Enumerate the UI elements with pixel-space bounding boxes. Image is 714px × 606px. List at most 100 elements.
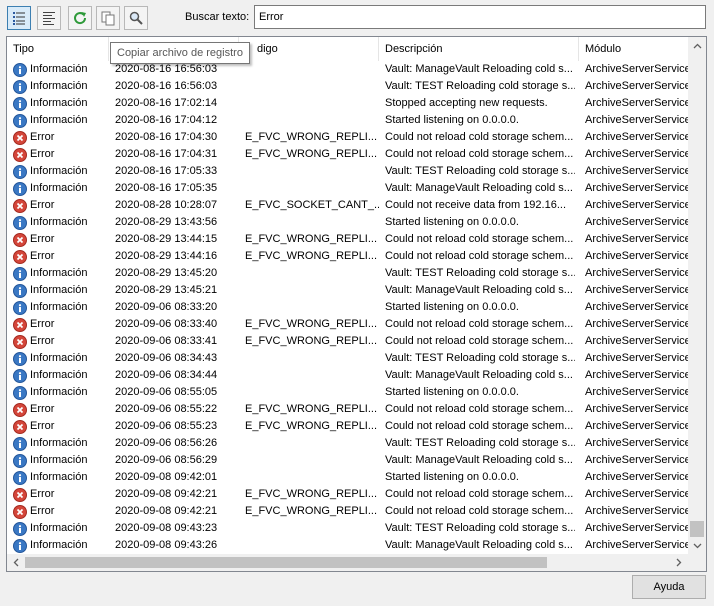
table-row[interactable]: Error 2020-08-29 13:44:15 E_FVC_WRONG_REPL…	[7, 231, 688, 248]
table-row[interactable]: Información 2020-09-06 08:34:43 Vault: TES…	[7, 350, 688, 367]
vertical-scrollbar[interactable]	[688, 37, 706, 554]
cell-descripcion: Started listening on 0.0.0.0.	[385, 216, 519, 228]
table-row[interactable]: Error 2020-09-06 08:33:41 E_FVC_WRONG_REPL…	[7, 333, 688, 350]
table-row[interactable]: Error 2020-08-29 13:44:16 E_FVC_WRONG_REPL…	[7, 248, 688, 265]
details-view-button[interactable]	[37, 6, 61, 30]
table-row[interactable]: Información 2020-09-06 08:56:29 Vault: Man…	[7, 452, 688, 469]
table-row[interactable]: Información 2020-08-29 13:45:20 Vault: TES…	[7, 265, 688, 282]
table-row[interactable]: Error 2020-09-08 09:42:21 E_FVC_WRONG_REPL…	[7, 503, 688, 520]
cell-codigo	[245, 537, 379, 554]
table-row[interactable]: Información 2020-09-08 09:43:26 Vault: Man…	[7, 537, 688, 554]
table-row[interactable]: Error 2020-08-16 17:04:30 E_FVC_WRONG_REPL…	[7, 129, 688, 146]
info-icon	[13, 79, 27, 94]
cell-descripcion: Vault: ManageVault Reloading cold s...	[385, 369, 573, 381]
error-icon	[13, 419, 27, 434]
scroll-up-arrow-icon[interactable]	[688, 37, 706, 54]
table-row[interactable]: Información 2020-09-06 08:55:05 Started li…	[7, 384, 688, 401]
cell-codigo: E_FVC_WRONG_REPLI...	[245, 488, 378, 500]
table-row[interactable]: Información 2020-09-06 08:33:20 Started li…	[7, 299, 688, 316]
list-view-icon	[13, 12, 25, 25]
table-row[interactable]: Error 2020-09-06 08:55:22 E_FVC_WRONG_REPL…	[7, 401, 688, 418]
search-icon	[129, 11, 143, 25]
cell-modulo: ArchiveServerService	[585, 522, 688, 534]
table-row[interactable]: Información 2020-09-08 09:43:23 Vault: TES…	[7, 520, 688, 537]
cell-modulo: ArchiveServerService	[585, 369, 688, 381]
error-icon	[13, 147, 27, 162]
cell-modulo: ArchiveServerService	[585, 437, 688, 449]
tipo-label: Error	[30, 148, 55, 160]
cell-modulo: ArchiveServerService	[585, 80, 688, 92]
cell-codigo: E_FVC_WRONG_REPLI...	[245, 233, 378, 245]
table-row[interactable]: Error 2020-08-16 17:04:31 E_FVC_WRONG_REPL…	[7, 146, 688, 163]
cell-descripcion: Could not reload cold storage schem...	[385, 148, 574, 160]
help-button[interactable]: Ayuda	[632, 575, 706, 599]
search-input[interactable]	[254, 5, 706, 29]
cell-codigo: E_FVC_WRONG_REPLI...	[245, 403, 378, 415]
table-row[interactable]: Error 2020-09-08 09:42:21 E_FVC_WRONG_REPL…	[7, 486, 688, 503]
cell-codigo: E_FVC_WRONG_REPLI...	[245, 131, 378, 143]
info-icon	[13, 96, 27, 111]
cell-fecha: 2020-09-06 08:55:22	[115, 403, 218, 415]
info-icon	[13, 521, 27, 536]
tipo-label: Información	[30, 539, 88, 551]
search-button[interactable]	[124, 6, 148, 30]
scroll-left-arrow-icon[interactable]	[7, 554, 25, 571]
copy-log-button[interactable]	[96, 6, 120, 30]
scroll-down-arrow-icon[interactable]	[688, 537, 706, 554]
column-header-modulo[interactable]: Módulo	[579, 37, 688, 61]
cell-fecha: 2020-09-08 09:42:01	[115, 471, 218, 483]
tipo-label: Error	[30, 233, 55, 245]
cell-modulo: ArchiveServerService	[585, 403, 688, 415]
cell-descripcion: Vault: ManageVault Reloading cold s...	[385, 182, 573, 194]
cell-tipo: Información	[13, 520, 111, 537]
column-header-descripcion[interactable]: Descripción	[379, 37, 579, 61]
cell-modulo: ArchiveServerService	[585, 454, 688, 466]
info-icon	[13, 538, 27, 553]
column-header-codigo[interactable]: digo	[239, 37, 379, 61]
table-row[interactable]: Información 2020-08-16 17:05:35 Vault: Man…	[7, 180, 688, 197]
cell-descripcion: Vault: ManageVault Reloading cold s...	[385, 539, 573, 551]
column-header-tipo[interactable]: Tipo	[7, 37, 109, 61]
table-row[interactable]: Información 2020-08-16 17:05:33 Vault: TES…	[7, 163, 688, 180]
tipo-label: Información	[30, 369, 88, 381]
cell-fecha: 2020-08-29 13:44:15	[115, 233, 218, 245]
error-icon	[13, 334, 27, 349]
table-row[interactable]: Información 2020-08-29 13:43:56 Started li…	[7, 214, 688, 231]
cell-descripcion: Could not reload cold storage schem...	[385, 318, 574, 330]
vertical-scroll-thumb[interactable]	[690, 521, 704, 537]
cell-codigo	[245, 265, 379, 282]
cell-codigo: E_FVC_WRONG_REPLI...	[245, 420, 378, 432]
cell-descripcion: Vault: TEST Reloading cold storage s...	[385, 165, 575, 177]
table-row[interactable]: Información 2020-08-16 17:04:12 Started li…	[7, 112, 688, 129]
table-row[interactable]: Error 2020-09-06 08:55:23 E_FVC_WRONG_REPL…	[7, 418, 688, 435]
cell-modulo: ArchiveServerService	[585, 182, 688, 194]
table-row[interactable]: Información 2020-08-16 17:02:14 Stopped ac…	[7, 95, 688, 112]
cell-tipo: Información	[13, 61, 111, 78]
info-icon	[13, 62, 27, 77]
cell-tipo: Información	[13, 265, 111, 282]
cell-descripcion: Vault: ManageVault Reloading cold s...	[385, 284, 573, 296]
cell-tipo: Información	[13, 350, 111, 367]
cell-descripcion: Started listening on 0.0.0.0.	[385, 386, 519, 398]
cell-descripcion: Could not reload cold storage schem...	[385, 505, 574, 517]
table-row[interactable]: Información 2020-08-16 16:56:03 Vault: TES…	[7, 78, 688, 95]
cell-tipo: Error	[13, 231, 111, 248]
table-row[interactable]: Información 2020-08-29 13:45:21 Vault: Man…	[7, 282, 688, 299]
table-row[interactable]: Información 2020-09-06 08:34:44 Vault: Man…	[7, 367, 688, 384]
horizontal-scrollbar[interactable]	[7, 554, 688, 571]
cell-fecha: 2020-08-29 13:43:56	[115, 216, 218, 228]
table-row[interactable]: Información 2020-09-06 08:56:26 Vault: TES…	[7, 435, 688, 452]
table-row[interactable]: Error 2020-09-06 08:33:40 E_FVC_WRONG_REPL…	[7, 316, 688, 333]
list-view-button[interactable]	[7, 6, 31, 30]
cell-fecha: 2020-08-29 13:45:21	[115, 284, 218, 296]
horizontal-scroll-thumb[interactable]	[25, 557, 547, 568]
table-row[interactable]: Información 2020-09-08 09:42:01 Started li…	[7, 469, 688, 486]
refresh-button[interactable]	[68, 6, 92, 30]
cell-codigo	[245, 520, 379, 537]
cell-tipo: Información	[13, 384, 111, 401]
table-row[interactable]: Error 2020-08-28 10:28:07 E_FVC_SOCKET_CAN…	[7, 197, 688, 214]
cell-codigo	[245, 112, 379, 129]
cell-codigo: E_FVC_WRONG_REPLI...	[245, 250, 378, 262]
cell-tipo: Información	[13, 95, 111, 112]
scroll-right-arrow-icon[interactable]	[670, 554, 688, 571]
